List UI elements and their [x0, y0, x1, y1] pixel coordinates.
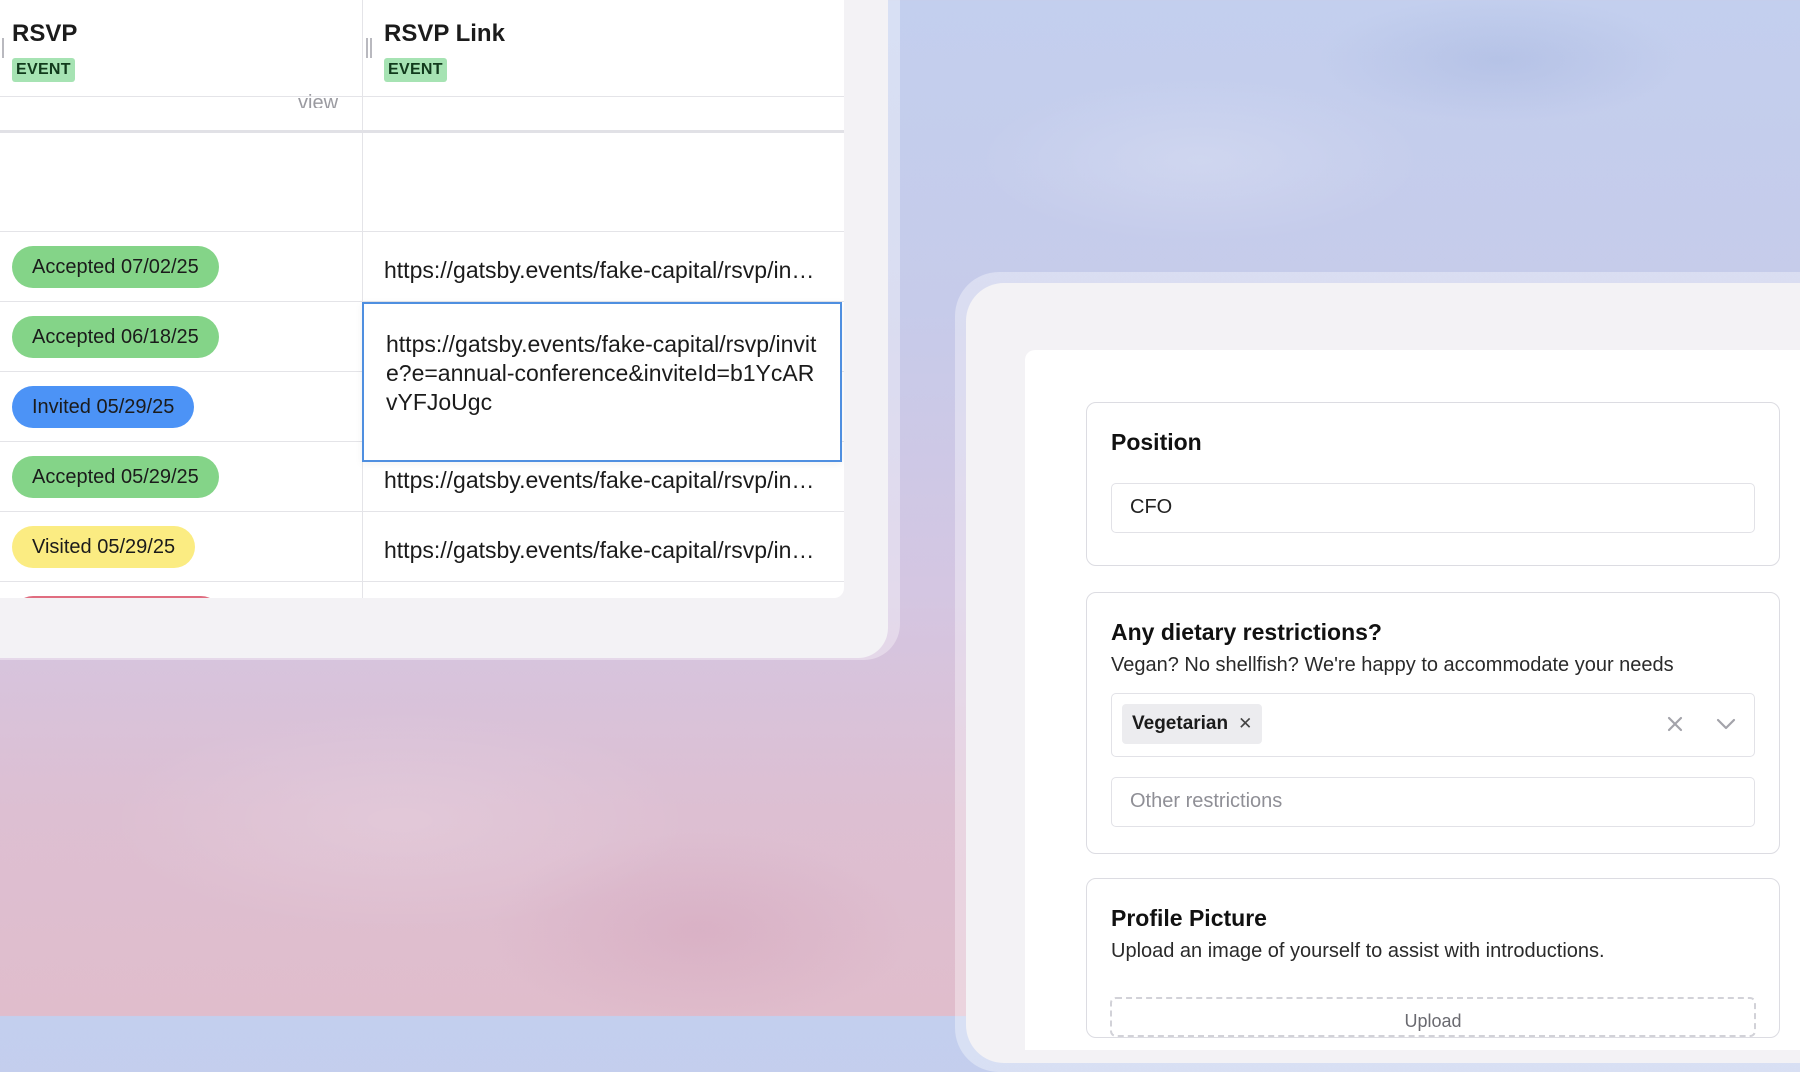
- other-restrictions-input[interactable]: Other restrictions: [1111, 777, 1755, 827]
- status-badge[interactable]: Invited 05/29/25: [12, 386, 195, 428]
- close-icon[interactable]: ✕: [1238, 714, 1252, 733]
- dietary-description: Vegan? No shellfish? We're happy to acco…: [1111, 654, 1674, 676]
- column-divider: [362, 0, 363, 598]
- status-badge[interactable]: Accepted 05/29/25: [12, 456, 219, 498]
- dietary-label: Any dietary restrictions?: [1111, 619, 1382, 645]
- section-divider: [0, 130, 844, 133]
- chevron-down-icon[interactable]: [1716, 694, 1736, 754]
- view-link-partial[interactable]: view: [298, 86, 338, 108]
- position-label: Position: [1111, 429, 1202, 455]
- close-icon[interactable]: [1666, 694, 1684, 754]
- position-input[interactable]: CFO: [1111, 483, 1755, 533]
- chip-label: Vegetarian: [1132, 713, 1229, 734]
- column-title: RSVP: [12, 20, 78, 47]
- column-header-rsvp-link[interactable]: RSVP Link EVENT: [384, 20, 505, 82]
- rsvp-link-cell[interactable]: https://gatsby.events/fake-capital/rsvp/…: [384, 257, 824, 284]
- row-divider: [0, 581, 844, 582]
- rsvp-link-editor[interactable]: https://gatsby.events/fake-capital/rsvp/…: [362, 302, 842, 462]
- row-divider: [0, 511, 844, 512]
- selected-chip[interactable]: Vegetarian ✕: [1122, 704, 1263, 744]
- column-title: RSVP Link: [384, 20, 505, 47]
- column-resize-handle[interactable]: [366, 38, 372, 58]
- rsvp-link-cell[interactable]: https://gatsby.events/fake-capital/rsvp/…: [384, 537, 824, 564]
- event-tag: EVENT: [384, 58, 447, 82]
- upload-button[interactable]: Upload: [1110, 997, 1756, 1037]
- profile-picture-label: Profile Picture: [1111, 905, 1267, 931]
- status-badge[interactable]: Accepted 07/02/25: [12, 246, 219, 288]
- rsvp-link-cell[interactable]: https://gatsby.events/fake-capital/rsvp/…: [384, 467, 824, 494]
- status-badge[interactable]: Visited 05/29/25: [12, 526, 196, 568]
- column-resize-handle[interactable]: [0, 38, 4, 58]
- profile-picture-description: Upload an image of yourself to assist wi…: [1111, 940, 1605, 962]
- dietary-multiselect[interactable]: Vegetarian ✕: [1111, 693, 1755, 757]
- status-badge[interactable]: Accepted 06/18/25: [12, 316, 219, 358]
- position-card: Position CFO: [1086, 402, 1780, 566]
- header-divider: [0, 96, 844, 97]
- dietary-card: Any dietary restrictions? Vegan? No shel…: [1086, 592, 1780, 854]
- status-badge-partial[interactable]: [12, 596, 222, 598]
- rsvp-table: RSVP EVENT RSVP Link EVENT view Accepted…: [0, 0, 844, 598]
- row-divider: [0, 231, 844, 232]
- column-header-rsvp[interactable]: RSVP EVENT: [12, 20, 77, 82]
- event-tag: EVENT: [12, 58, 75, 82]
